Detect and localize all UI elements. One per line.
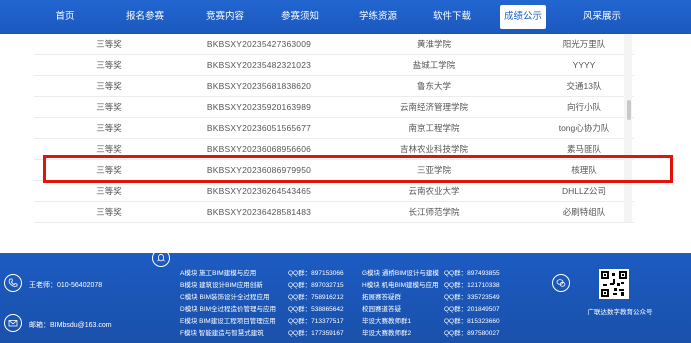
qq-number: QQ群：758916212 — [288, 294, 344, 301]
phone-icon — [4, 274, 22, 292]
nav-home[interactable]: 首页 — [45, 0, 85, 34]
school-cell: 黄淮学院 — [416, 39, 451, 49]
qr-code — [599, 269, 629, 299]
nav-resources[interactable]: 学练资源 — [348, 0, 408, 34]
award-cell: 三等奖 — [96, 60, 122, 70]
code-cell: BKBSXY20235482321023 — [206, 60, 312, 70]
qq-number: QQ群：538865642 — [288, 306, 344, 313]
nav-results[interactable]: 成绩公示 — [500, 5, 546, 29]
award-cell: 三等奖 — [96, 123, 122, 133]
qq-icon — [152, 249, 170, 267]
school-cell: 南京工程学院 — [408, 123, 460, 133]
nav-notice[interactable]: 参赛须知 — [270, 0, 330, 34]
school-cell: 盐城工学院 — [412, 60, 456, 70]
qr-code-label: 广联达数字教育公众号 — [587, 309, 653, 316]
code-cell: BKBSXY20235427363009 — [206, 39, 312, 49]
qq-number: QQ群：335723549 — [444, 294, 500, 301]
qq-number: QQ群：897493855 — [444, 270, 500, 277]
group-name: 毕设大赛教师群2 — [362, 330, 412, 337]
table-row: 三等奖 BKBSXY20235427363009 黄淮学院 阳光万里队 — [34, 34, 634, 55]
qq-number: QQ群：121710338 — [444, 282, 500, 289]
team-cell: DHLLZ公司 — [562, 186, 606, 196]
results-table: 三等奖 BKBSXY20235427363009 黄淮学院 阳光万里队 三等奖 … — [34, 34, 634, 224]
nav-contest-content[interactable]: 竞赛内容 — [195, 0, 255, 34]
award-cell: 三等奖 — [96, 102, 122, 112]
contact-phone: 王老师：010-56402078 — [29, 282, 103, 289]
nav-software-download[interactable]: 软件下载 — [422, 0, 482, 34]
table-row: 三等奖 BKBSXY20235681838620 鲁东大学 交通13队 — [34, 76, 634, 97]
group-name: G模块 通桥BIM设计与建模 — [362, 270, 439, 277]
team-cell: tong心协力队 — [558, 123, 610, 133]
qq-number: QQ群：897580027 — [444, 330, 500, 337]
award-cell: 三等奖 — [96, 207, 122, 217]
group-name: C模块 BIM装饰设计全过程应用 — [180, 294, 270, 301]
qq-number: QQ群：897032715 — [288, 282, 344, 289]
award-cell: 三等奖 — [96, 81, 122, 91]
team-cell: YYYY — [572, 60, 596, 70]
qq-number: QQ群：201849507 — [444, 306, 500, 313]
code-cell: BKBSXY20236428581483 — [206, 207, 312, 217]
group-name: 校园赛道答疑 — [362, 306, 401, 313]
school-cell: 云南农业大学 — [408, 186, 460, 196]
code-cell: BKBSXY20236264543465 — [206, 186, 312, 196]
mail-icon — [4, 314, 22, 332]
team-cell: 向行小队 — [566, 102, 601, 112]
table-row: 三等奖 BKBSXY20236428581483 长江师范学院 必刷特组队 — [34, 202, 634, 223]
contact-email: 邮箱：BIMbsdu@163.com — [29, 322, 112, 329]
nav-register[interactable]: 报名参赛 — [115, 0, 175, 34]
group-name: 毕设大赛教师群1 — [362, 318, 412, 325]
group-name: A模块 施工BIM建模与应用 — [180, 270, 257, 277]
table-scrollbar[interactable] — [624, 34, 632, 222]
group-name: D模块 BIM全过程造价管理与应用 — [180, 306, 277, 313]
group-name: F模块 智能建造与智慧式建筑 — [180, 330, 264, 337]
table-row: 三等奖 BKBSXY20236264543465 云南农业大学 DHLLZ公司 — [34, 181, 634, 202]
table-row: 三等奖 BKBSXY20235482321023 盐城工学院 YYYY — [34, 55, 634, 76]
group-name: E模块 BIM建设工程项目管理应用 — [180, 318, 276, 325]
school-cell: 长江师范学院 — [408, 207, 460, 217]
team-cell: 必刷特组队 — [562, 207, 606, 217]
qq-number: QQ群：713377517 — [288, 318, 344, 325]
award-cell: 三等奖 — [96, 39, 122, 49]
award-cell: 三等奖 — [96, 186, 122, 196]
qq-number: QQ群：177359167 — [288, 330, 344, 337]
row-highlight-box — [43, 155, 673, 183]
group-name: B模块 建筑设计BIM应用创新 — [180, 282, 263, 289]
scrollbar-thumb[interactable] — [627, 100, 631, 120]
table-row: 三等奖 BKBSXY20235920163989 云南经济管理学院 向行小队 — [34, 97, 634, 118]
school-cell: 云南经济管理学院 — [399, 102, 468, 112]
wechat-icon — [552, 274, 570, 292]
code-cell: BKBSXY20235920163989 — [206, 102, 312, 112]
qq-number: QQ群：897153066 — [288, 270, 344, 277]
qq-number: QQ群：815323660 — [444, 318, 500, 325]
group-name: 拓展赛答疑群 — [362, 294, 401, 301]
table-row: 三等奖 BKBSXY20236051565677 南京工程学院 tong心协力队 — [34, 118, 634, 139]
school-cell: 鲁东大学 — [416, 81, 451, 91]
code-cell: BKBSXY20235681838620 — [206, 81, 312, 91]
nav-gallery[interactable]: 风采展示 — [572, 0, 632, 34]
code-cell: BKBSXY20236051565677 — [206, 123, 312, 133]
team-cell: 交通13队 — [566, 81, 602, 91]
group-name: H模块 机电BIM建模与应用 — [362, 282, 439, 289]
team-cell: 阳光万里队 — [562, 39, 606, 49]
footer: 王老师：010-56402078 邮箱：BIMbsdu@163.com A模块 … — [0, 249, 691, 343]
top-nav: 首页 报名参赛 竞赛内容 参赛须知 学练资源 软件下载 成绩公示 风采展示 — [0, 0, 691, 34]
